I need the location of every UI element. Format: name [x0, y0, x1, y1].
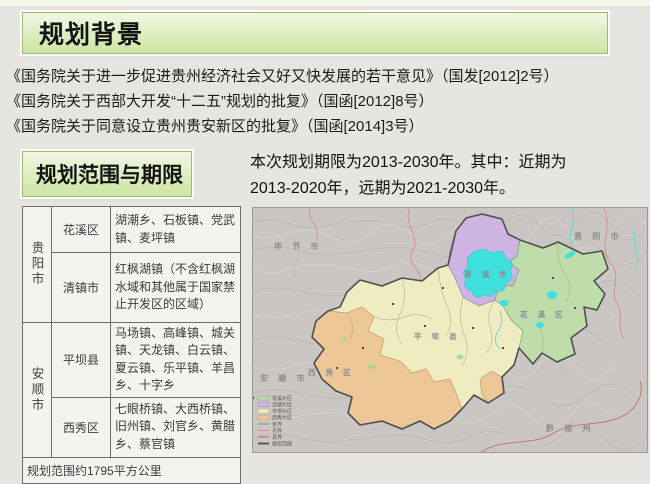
city-cell-guiyang: 贵阳市 — [23, 207, 52, 323]
policy-document-line: 《国务院关于进一步促进贵州经济社会又好又快发展的若干意见》（国发[2012]2号… — [6, 64, 648, 89]
towns-cell: 湖潮乡、石板镇、党武镇、麦坪镇 — [111, 207, 241, 253]
section-title-scope-label: 规划范围与期限 — [36, 159, 183, 189]
legend-swatch-green — [258, 396, 269, 400]
legend-swatch-purple — [258, 403, 269, 407]
table-footer-area: 规划范围约1795平方公里 — [23, 457, 241, 483]
section-title-scope: 规划范围与期限 — [22, 151, 192, 197]
table-row: 贵阳市 花溪区 湖潮乡、石板镇、党武镇、麦坪镇 — [23, 207, 241, 253]
planning-scope-table: 贵阳市 花溪区 湖潮乡、石板镇、党武镇、麦坪镇 清镇市 红枫湖镇（不含红枫湖水域… — [22, 206, 241, 484]
section-title-background-label: 规划背景 — [39, 15, 143, 51]
district-cell: 西秀区 — [52, 397, 111, 457]
label-qingzhen: 清 镇 市 — [464, 269, 511, 279]
legend-label: 规划范围 — [272, 441, 292, 448]
legend-label: 县界 — [272, 435, 282, 441]
legend-label: 省界 — [272, 421, 282, 428]
legend-swatch-orange — [258, 416, 269, 420]
label-pingba: 平 坝 县 — [414, 331, 461, 341]
legend-label: 西秀片区 — [272, 415, 292, 422]
district-cell: 平坝县 — [52, 323, 111, 398]
table-row: 安顺市 平坝县 马场镇、高峰镇、城关镇、天龙镇、白云镇、夏云镇、乐平镇、羊昌乡、… — [23, 323, 241, 398]
label-bijie: 毕 节 市 — [274, 241, 322, 251]
planning-period-text: 本次规划期限为2013-2030年。其中：近期为 2013-2020年，远期为2… — [250, 150, 648, 202]
policy-document-line: 《国务院关于西部大开发“十二五”规划的批复》（国函[2012]8号） — [6, 89, 648, 114]
label-huaxi: 花 溪 区 — [520, 309, 567, 319]
district-cell: 花溪区 — [52, 207, 111, 253]
legend-label: 花溪片区 — [272, 395, 292, 402]
towns-cell: 七眼桥镇、大西桥镇、旧州镇、刘官乡、黄腊乡、蔡官镇 — [111, 397, 241, 457]
section-title-background: 规划背景 — [22, 12, 608, 54]
legend-label: 平坝片区 — [272, 408, 292, 415]
towns-cell: 马场镇、高峰镇、城关镇、天龙镇、白云镇、夏云镇、乐平镇、羊昌乡、十字乡 — [111, 323, 241, 398]
label-xixiu: 西 秀 区 — [308, 367, 355, 377]
city-cell-anshun: 安顺市 — [23, 323, 52, 458]
legend-label: 市界 — [272, 428, 282, 435]
map-svg: 毕 节 市 贵 阳 市 安 顺 市 黔 南 州 清 镇 市 花 溪 区 平 坝 … — [252, 207, 648, 453]
label-anshun: 安 顺 市 — [260, 373, 308, 383]
planning-period-line: 本次规划期限为2013-2030年。其中：近期为 — [250, 150, 648, 176]
planning-scope-map: 毕 节 市 贵 阳 市 安 顺 市 黔 南 州 清 镇 市 花 溪 区 平 坝 … — [252, 207, 648, 453]
legend-swatch-yellow — [258, 409, 269, 413]
table-row: 清镇市 红枫湖镇（不含红枫湖水域和其他属于国家禁止开发区的区域） — [23, 253, 241, 323]
district-cell: 清镇市 — [52, 253, 111, 323]
legend-label: 清镇片区 — [272, 402, 292, 409]
label-guiyang: 贵 阳 市 — [574, 231, 622, 241]
table-row: 西秀区 七眼桥镇、大西桥镇、旧州镇、刘官乡、黄腊乡、蔡官镇 — [23, 397, 241, 457]
table-footer-row: 规划范围约1795平方公里 — [23, 457, 241, 483]
top-edge-strip — [0, 0, 650, 7]
policy-document-line: 《国务院关于同意设立贵州贵安新区的批复》（国函[2014]3号） — [6, 114, 648, 139]
planning-period-line: 2013-2020年，远期为2021-2030年。 — [250, 176, 648, 202]
policy-document-list: 《国务院关于进一步促进贵州经济社会又好又快发展的若干意见》（国发[2012]2号… — [6, 64, 648, 139]
towns-cell: 红枫湖镇（不含红枫湖水域和其他属于国家禁止开发区的区域） — [111, 253, 241, 323]
label-qiannan: 黔 南 州 — [545, 423, 594, 433]
